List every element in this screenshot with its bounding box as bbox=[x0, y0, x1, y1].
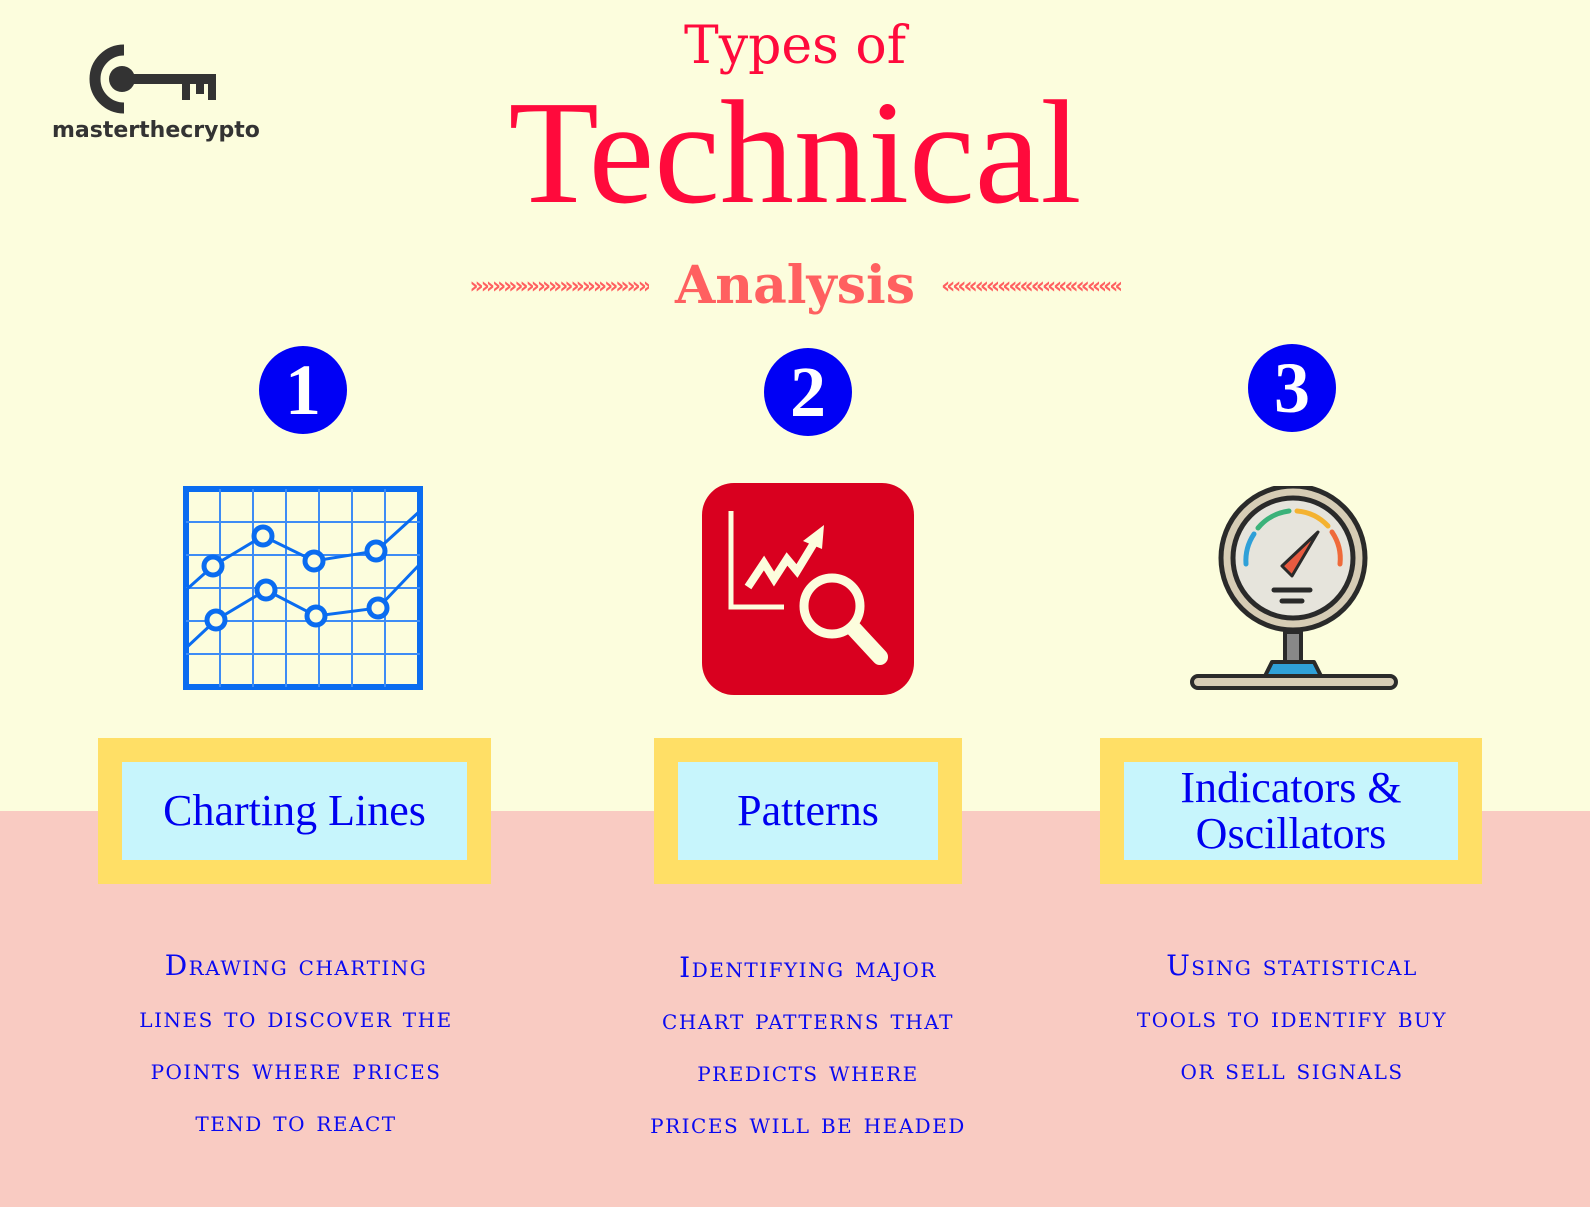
gauge-meter-icon bbox=[1188, 483, 1400, 697]
number-badge-1: 1 bbox=[259, 346, 347, 434]
label-patterns: Patterns bbox=[678, 762, 938, 860]
description-line: lines to discover the bbox=[139, 1001, 453, 1034]
description-line: Drawing charting bbox=[164, 949, 428, 982]
description-line: tend to react bbox=[195, 1105, 397, 1138]
label-indicators-line1: Indicators & bbox=[1180, 763, 1402, 812]
description-patterns: Identifying major chart patterns that pr… bbox=[608, 942, 1008, 1150]
chart-magnifier-icon bbox=[702, 483, 914, 700]
label-charting-lines: Charting Lines bbox=[122, 762, 467, 860]
number-badge-2: 2 bbox=[764, 348, 852, 436]
line-chart-grid-icon bbox=[183, 486, 423, 695]
label-box-charting-lines: Charting Lines bbox=[98, 738, 491, 884]
description-indicators: Using statistical tools to identify buy … bbox=[1092, 940, 1492, 1096]
description-line: chart patterns that bbox=[662, 1003, 954, 1036]
number-badge-3: 3 bbox=[1248, 344, 1336, 432]
title-types-of: Types of bbox=[684, 16, 906, 76]
left-chevron-ornament: »»»»»»»»»»»»»»»» bbox=[469, 273, 649, 299]
label-indicators-oscillators: Indicators & Oscillators bbox=[1124, 762, 1458, 860]
description-charting-lines: Drawing charting lines to discover the p… bbox=[96, 940, 496, 1148]
description-line: or sell signals bbox=[1180, 1053, 1404, 1086]
description-line: Identifying major bbox=[679, 951, 937, 984]
label-box-indicators-oscillators: Indicators & Oscillators bbox=[1100, 738, 1482, 884]
title-technical: Technical bbox=[508, 71, 1082, 235]
label-indicators-line2: Oscillators bbox=[1195, 809, 1387, 858]
description-line: prices will be headed bbox=[650, 1107, 966, 1140]
description-line: predicts where bbox=[697, 1055, 919, 1088]
right-chevron-ornament: «««««««««««««««« bbox=[941, 273, 1121, 299]
description-line: tools to identify buy bbox=[1136, 1001, 1448, 1034]
subtitle-row: »»»»»»»»»»»»»»»» Analysis ««««««««««««««… bbox=[0, 256, 1590, 316]
label-box-patterns: Patterns bbox=[654, 738, 962, 884]
description-line: points where prices bbox=[150, 1053, 442, 1086]
subtitle-analysis: Analysis bbox=[674, 255, 916, 316]
description-line: Using statistical bbox=[1166, 949, 1418, 982]
